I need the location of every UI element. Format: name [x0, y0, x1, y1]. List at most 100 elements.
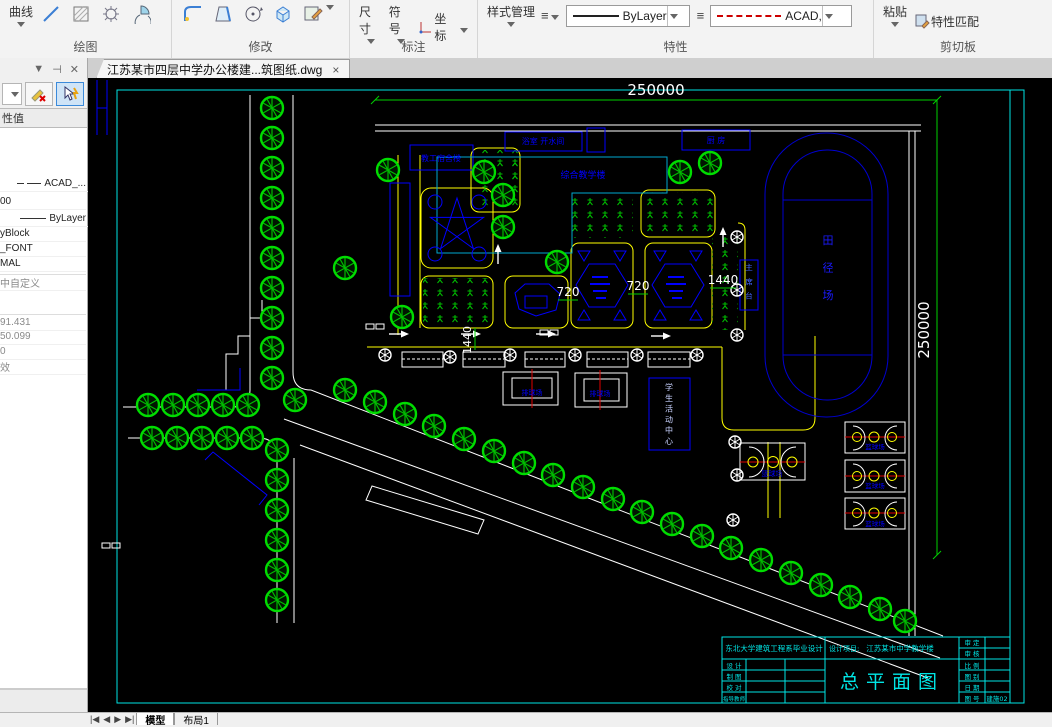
titleblock-date: 日 期	[964, 684, 980, 692]
drawing-area[interactable]: 250000 250000 720 720 1440 1440 教工宿舍楼 浴室…	[88, 78, 1052, 712]
close-icon[interactable]: ✕	[70, 63, 79, 76]
palette-row[interactable]: yBlock	[0, 226, 86, 242]
linetype-alt-value: ACAD,	[785, 9, 822, 23]
palette-row[interactable]: 00	[0, 194, 86, 210]
linetype-value: ByLayer	[622, 9, 667, 23]
hatch-button[interactable]	[69, 3, 93, 25]
line-icon	[39, 3, 63, 25]
rostrum-label: 主席台	[745, 262, 753, 301]
chevron-down-icon	[17, 22, 25, 27]
ribbon: 曲线 绘图 修改 尺寸 符号 坐标 标注 样式管理 ≡ ByLayer ≡ AC…	[0, 0, 1052, 59]
teaching-label: 综合教学楼	[560, 169, 605, 181]
volleyball-label: 排球场	[590, 389, 611, 398]
group-label-annotate: 标注	[401, 40, 426, 54]
trapezoid-icon	[211, 3, 235, 25]
document-tabbar: 江苏某市四层中学办公楼建...筑图纸.dwg ×	[88, 58, 1052, 79]
dim-1440v: 1440	[461, 326, 474, 354]
group-label-modify: 修改	[248, 40, 273, 54]
linetype-alt-combobox[interactable]: ACAD,	[710, 5, 853, 27]
chevron-down-icon	[460, 27, 469, 33]
fillet-button[interactable]	[181, 3, 205, 25]
student-center-label: 学生活动中心	[665, 382, 673, 446]
lineweight-icon: ≡	[696, 8, 705, 23]
cube-icon	[271, 3, 295, 25]
lineweight2-button[interactable]: ≡	[696, 8, 705, 23]
boundary-button[interactable]	[129, 3, 153, 25]
gear-icon	[99, 3, 123, 25]
group-label-draw: 绘图	[73, 40, 98, 54]
combo-dropdown-button[interactable]	[821, 6, 836, 26]
trees	[135, 95, 918, 634]
linetype-combobox[interactable]: ByLayer	[565, 5, 690, 27]
first-tab-button[interactable]: |◀	[90, 714, 99, 725]
selection-dropdown[interactable]	[2, 83, 22, 105]
dim-right: 250000	[915, 301, 933, 358]
palette-row[interactable]: 0	[0, 344, 86, 360]
document-tab-title: 江苏某市四层中学办公楼建...筑图纸.dwg	[107, 63, 323, 77]
rotate-button[interactable]	[241, 3, 265, 25]
palette-row[interactable]: 50.099	[0, 329, 86, 345]
ribbon-group-annotate: 尺寸 符号 坐标 标注	[350, 0, 478, 58]
palette-row[interactable]: 中自定义	[0, 274, 86, 291]
dim-720b: 720	[627, 279, 650, 293]
linetype-dashed-preview	[717, 15, 782, 17]
line-button[interactable]	[39, 3, 63, 25]
titleblock-drawing-no: 建施02	[986, 694, 1007, 703]
lineweight-button[interactable]: ≡	[541, 8, 559, 23]
titleblock-advisor: 指导教师	[723, 695, 746, 703]
title-block: 东北大学建筑工程系毕业设计 设计项目: 江苏某市中学教学楼 审 定 审 核 设 …	[721, 636, 1011, 704]
edit-attribute-icon	[301, 3, 325, 25]
edit-delete-button[interactable]	[25, 82, 53, 106]
close-icon[interactable]: ×	[332, 63, 339, 77]
statusbar: |◀ ◀ ▶ ▶| 模型 布局1	[0, 712, 1052, 727]
mirror3d-button[interactable]	[271, 3, 295, 25]
palette-row-linetype[interactable]: ACAD_...	[0, 176, 88, 192]
prev-tab-button[interactable]: ◀	[103, 714, 110, 725]
kitchen-label: 厨 房	[707, 135, 726, 145]
model-tab[interactable]: 模型	[136, 713, 175, 727]
edit-attribute-button[interactable]	[301, 3, 325, 25]
curve-button[interactable]: 曲线	[9, 3, 33, 27]
match-properties-button[interactable]: 特性匹配	[913, 10, 979, 32]
basketball-label: 篮球场	[865, 481, 885, 490]
dim-top: 250000	[627, 81, 684, 99]
site-plan-svg[interactable]: 250000 250000 720 720 1440 1440 教工宿舍楼 浴室…	[88, 78, 1052, 712]
style-manager-label: 样式管理	[487, 5, 536, 19]
titleblock-design: 设 计	[726, 661, 742, 670]
chevron-down-icon	[891, 22, 899, 27]
titleblock-project-name: 江苏某市中学教学楼	[866, 643, 934, 653]
symbol-label: 符号	[388, 5, 401, 36]
region-button[interactable]	[99, 3, 123, 25]
palette-footer	[0, 689, 87, 714]
palette-column-header: 性值	[0, 108, 87, 128]
titleblock-check: 校 对	[726, 683, 742, 692]
paste-button[interactable]: 粘贴	[883, 3, 907, 27]
basketball-label: 篮球场	[762, 469, 783, 478]
style-manager-button[interactable]: 样式管理	[487, 3, 535, 27]
hatch-icon	[69, 3, 93, 25]
palette-row-bylayer[interactable]: ByLayer	[0, 211, 88, 227]
layout1-tab[interactable]: 布局1	[174, 713, 218, 727]
coordinate-icon	[419, 16, 435, 38]
combo-dropdown-button[interactable]	[666, 6, 681, 26]
match-properties-icon	[913, 10, 931, 32]
quick-select-button[interactable]	[56, 82, 84, 106]
titleblock-approve: 审 定	[964, 638, 980, 647]
chevron-down-icon[interactable]: ▼	[33, 63, 44, 75]
small-building	[586, 127, 606, 153]
palette-row[interactable]: _FONT	[0, 241, 86, 257]
edit-attribute-flyout[interactable]	[326, 3, 334, 10]
basketball-label: 篮球场	[865, 519, 885, 528]
pin-icon[interactable]: ⊣	[52, 63, 62, 76]
palette-row[interactable]: 效	[0, 359, 86, 375]
document-tab[interactable]: 江苏某市四层中学办公楼建...筑图纸.dwg ×	[96, 59, 351, 79]
next-tab-button[interactable]: ▶	[114, 714, 121, 725]
gatehouse-building	[389, 182, 411, 297]
palette-rows: ACAD_... 00 ByLayer yBlock _FONT MAL 中自定…	[0, 128, 88, 689]
palette-row[interactable]: MAL	[0, 256, 86, 272]
dim-1440: 1440	[708, 273, 739, 287]
offset-button[interactable]	[211, 3, 235, 25]
track-label: 田径场	[823, 234, 834, 302]
last-tab-button[interactable]: ▶|	[125, 714, 134, 725]
palette-toolbar	[0, 80, 87, 108]
